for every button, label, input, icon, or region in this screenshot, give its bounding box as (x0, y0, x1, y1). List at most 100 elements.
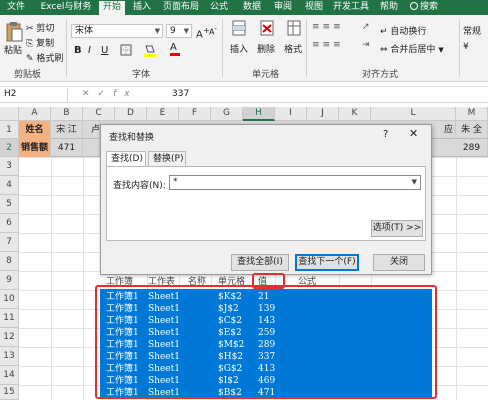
find-panel: 查找内容(N): * ▼ 选项(T) >> (106, 166, 426, 241)
top-align-icons[interactable]: ≡≡≡ (312, 22, 344, 32)
orientation-icon[interactable]: ↗ (362, 22, 370, 32)
horizontal-align-icons[interactable]: ≡≡≡ (312, 40, 344, 50)
tab-file[interactable]: 文件 (4, 1, 28, 15)
row-header-11[interactable]: 11 (0, 309, 19, 328)
borders-icon[interactable] (120, 44, 132, 59)
row-header-7[interactable]: 7 (0, 233, 19, 252)
cell-m2[interactable]: 289 (456, 139, 488, 157)
font-size-select[interactable]: 9 ▼ (166, 24, 192, 38)
column-header-h[interactable]: H (243, 107, 275, 121)
tab-data[interactable]: 数据 (240, 1, 264, 15)
row-header-15[interactable]: 15 (0, 385, 19, 400)
column-header-j[interactable]: J (307, 107, 339, 121)
formula-input[interactable]: 337 (172, 88, 189, 102)
delete-button[interactable]: 删除 (257, 42, 275, 55)
underline-button[interactable]: U (101, 45, 108, 56)
paste-button[interactable]: 粘贴 (4, 43, 22, 56)
number-format-select[interactable]: 常规 (463, 24, 481, 37)
tab-excel-finance[interactable]: Excel与财务 (36, 1, 96, 15)
row-header-1[interactable]: 1 (0, 121, 19, 139)
column-header-a[interactable]: A (19, 107, 51, 121)
name-box[interactable]: H2 (2, 88, 68, 102)
cell-m1[interactable]: 朱 全 (456, 121, 488, 139)
tab-page-layout[interactable]: 页面布局 (162, 1, 200, 15)
row-header-12[interactable]: 12 (0, 328, 19, 347)
tab-help[interactable]: 帮助 (377, 1, 401, 15)
column-header-d[interactable]: D (115, 107, 147, 121)
row-header-4[interactable]: 4 (0, 176, 19, 195)
cell-l1[interactable]: 应 (432, 121, 456, 139)
column-header-g[interactable]: G (211, 107, 243, 121)
row-header-14[interactable]: 14 (0, 366, 19, 385)
alignment-group-label: 对齐方式 (362, 70, 399, 80)
italic-button[interactable]: I (88, 45, 91, 56)
cell-b2[interactable]: 471 (51, 139, 83, 157)
format-painter-label: 格式刷 (36, 54, 64, 64)
select-all-corner[interactable] (0, 107, 19, 121)
cell-a2[interactable]: 销售额 (19, 139, 51, 157)
tab-insert[interactable]: 插入 (130, 1, 154, 15)
font-color-icon[interactable]: A (170, 42, 180, 56)
column-header-b[interactable]: B (51, 107, 83, 121)
column-header-c[interactable]: C (83, 107, 115, 121)
merge-center-label: 合并后居中 (390, 45, 436, 55)
row-header-2[interactable]: 2 (0, 139, 19, 157)
currency-icon[interactable]: ¥ (463, 42, 469, 52)
format-button[interactable]: 格式 (284, 42, 302, 55)
find-all-button[interactable]: 查找全部(I) (231, 254, 289, 271)
merge-center-button[interactable]: ⇔ 合并后居中 ▼ (380, 42, 444, 55)
cut-button[interactable]: ✂ 剪切 (26, 21, 54, 34)
row-header-9[interactable]: 9 (0, 271, 19, 290)
function-icon[interactable]: fx (113, 89, 138, 99)
delete-cells-icon[interactable] (260, 20, 274, 39)
tell-me-search[interactable]: 搜索 (410, 1, 438, 14)
find-next-button[interactable]: 查找下一个(F) (295, 254, 359, 271)
enter-icon[interactable]: ✓ (98, 89, 114, 99)
find-what-input[interactable]: * ▼ (169, 175, 421, 190)
column-header-f[interactable]: F (179, 107, 211, 121)
row-header-10[interactable]: 10 (0, 290, 19, 309)
copy-button[interactable]: ⎘ 复制 (26, 36, 54, 49)
close-icon[interactable]: ✕ (409, 127, 418, 140)
row-header-13[interactable]: 13 (0, 347, 19, 366)
cell-c1[interactable]: 卢 (83, 121, 100, 139)
format-cells-icon[interactable] (287, 20, 301, 39)
cut-label: 剪切 (36, 24, 55, 34)
column-header-l[interactable]: L (371, 107, 456, 121)
help-icon[interactable]: ? (383, 129, 388, 140)
bold-button[interactable]: B (74, 45, 82, 56)
format-painter-button[interactable]: ✎ 格式刷 (26, 51, 63, 64)
column-header-m[interactable]: M (456, 107, 488, 121)
tab-review[interactable]: 审阅 (271, 1, 295, 15)
tab-formulas[interactable]: 公式 (207, 1, 231, 15)
tab-home[interactable]: 开始 (99, 1, 125, 15)
tab-view[interactable]: 视图 (302, 1, 326, 15)
tab-replace[interactable]: 替换(P) (148, 151, 186, 166)
tab-find[interactable]: 查找(D) (106, 151, 146, 167)
options-button[interactable]: 选项(T) >> (371, 220, 423, 237)
row-header-3[interactable]: 3 (0, 157, 19, 176)
indent-icon[interactable]: ⇥ (362, 40, 370, 50)
merge-icon: ⇔ (380, 45, 388, 55)
cancel-icon[interactable]: ✕ (82, 89, 98, 99)
wrap-text-button[interactable]: ↵ 自动换行 (380, 24, 426, 37)
insert-cells-icon[interactable] (232, 20, 246, 39)
tab-developer[interactable]: 开发工具 (332, 1, 370, 15)
column-header-i[interactable]: I (275, 107, 307, 121)
column-header-k[interactable]: K (339, 107, 371, 121)
increase-font-icon[interactable]: A+ (196, 25, 210, 40)
insert-button[interactable]: 插入 (230, 42, 248, 55)
chevron-down-icon[interactable]: ▼ (412, 176, 417, 189)
cell-a1[interactable]: 姓名 (19, 121, 51, 139)
close-button[interactable]: 关闭 (373, 254, 425, 271)
row-header-8[interactable]: 8 (0, 252, 19, 271)
cell-c2[interactable] (83, 139, 100, 157)
font-name-select[interactable]: 宋体 ▼ (71, 24, 163, 38)
row-header-5[interactable]: 5 (0, 195, 19, 214)
results-highlight-border (95, 285, 437, 399)
fill-color-icon[interactable] (143, 44, 157, 60)
decrease-font-icon[interactable]: A- (209, 25, 217, 37)
column-header-e[interactable]: E (147, 107, 179, 121)
row-header-6[interactable]: 6 (0, 214, 19, 233)
cell-b1[interactable]: 宋 江 (51, 121, 83, 139)
